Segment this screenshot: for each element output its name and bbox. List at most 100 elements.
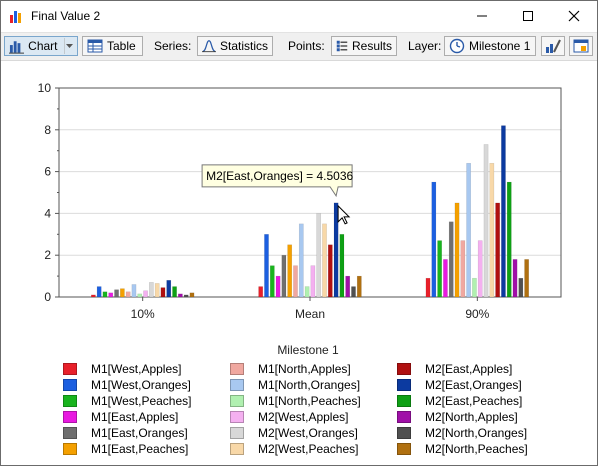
legend-item: M1[North,Peaches] <box>230 394 361 408</box>
bar <box>304 286 310 298</box>
y-tick-label: 2 <box>44 248 51 262</box>
legend-item: M2[West,Oranges] <box>230 426 358 440</box>
legend-label: M2[East,Apples] <box>425 362 513 376</box>
legend-swatch <box>230 427 244 439</box>
export-button[interactable] <box>569 36 593 56</box>
bar <box>269 265 275 298</box>
bar <box>143 290 148 298</box>
chevron-down-icon[interactable] <box>63 38 73 54</box>
bar <box>448 221 454 298</box>
chart-app-icon <box>10 11 21 23</box>
x-tick-label: 10% <box>131 307 155 321</box>
bar <box>102 291 108 298</box>
bar <box>275 275 281 298</box>
bar <box>91 294 96 298</box>
maximize-button[interactable] <box>505 1 551 31</box>
bar <box>518 277 524 298</box>
bar <box>454 202 460 298</box>
legend-item: M1[North,Oranges] <box>230 378 360 392</box>
series-label: Series: <box>154 39 192 53</box>
legend-label: M2[West,Oranges] <box>258 426 358 440</box>
bar <box>443 259 448 298</box>
legend-item: M2[East,Oranges] <box>397 378 522 392</box>
legend-label: M1[West,Peaches] <box>91 394 192 408</box>
window-export-icon <box>573 39 589 53</box>
legend-swatch <box>397 363 411 375</box>
minimize-button[interactable] <box>459 1 505 31</box>
y-tick-label: 4 <box>44 206 51 220</box>
legend-item: M1[West,Peaches] <box>63 394 192 408</box>
legend-label: M2[East,Peaches] <box>425 394 523 408</box>
bar <box>512 259 518 298</box>
y-tick-label: 8 <box>44 123 51 137</box>
legend-swatch <box>230 443 244 455</box>
legend-swatch <box>397 427 411 439</box>
bar <box>425 277 431 298</box>
points-select-button[interactable]: Results <box>331 36 397 56</box>
bar <box>137 293 143 298</box>
legend-swatch <box>63 411 77 423</box>
chart-edit-icon <box>546 39 561 53</box>
legend-label: M1[West,Oranges] <box>91 378 191 392</box>
bar <box>310 265 316 298</box>
bar <box>472 277 477 298</box>
points-label: Points: <box>288 39 325 53</box>
bar <box>131 284 137 298</box>
table-view-button[interactable]: Table <box>82 36 143 56</box>
bar <box>125 291 131 298</box>
y-tick-label: 6 <box>44 165 51 179</box>
legend-label: M1[North,Apples] <box>258 362 351 376</box>
bar <box>183 294 189 298</box>
close-button[interactable] <box>551 1 597 31</box>
distribution-curve-icon <box>202 40 216 53</box>
legend-swatch <box>63 379 77 391</box>
legend-swatch <box>230 363 244 375</box>
bar <box>114 289 119 298</box>
legend-item: M2[East,Apples] <box>397 362 512 376</box>
bar <box>293 265 298 298</box>
bar <box>356 275 362 298</box>
bar <box>178 293 183 298</box>
legend-swatch <box>397 443 411 455</box>
chart-view-button[interactable]: Chart <box>4 36 78 56</box>
bar <box>345 275 351 298</box>
toolbar: Chart Table Series: Statistics Points: R… <box>1 32 597 61</box>
bar <box>339 234 345 298</box>
bar <box>431 181 437 298</box>
bar <box>460 240 466 298</box>
bar <box>154 283 160 298</box>
bar <box>489 162 495 298</box>
table-icon <box>87 39 103 53</box>
bar <box>316 213 322 298</box>
legend-label: M1[North,Peaches] <box>258 394 361 408</box>
legend-label: M2[North,Apples] <box>425 410 518 424</box>
app-window: Final Value 2 Chart Table Series: Statis… <box>0 0 598 466</box>
bar <box>298 223 304 298</box>
legend-swatch <box>63 363 77 375</box>
bar-chart-icon <box>9 41 25 54</box>
legend-item: M2[West,Apples] <box>230 410 348 424</box>
bar <box>477 240 483 298</box>
results-list-icon <box>336 40 348 52</box>
legend-item: M1[West,Oranges] <box>63 378 191 392</box>
bar <box>506 181 512 298</box>
chart-settings-button[interactable] <box>541 36 565 56</box>
bar <box>524 259 529 298</box>
bar <box>96 286 102 298</box>
legend-label: M2[North,Peaches] <box>425 442 528 456</box>
legend-item: M1[East,Apples] <box>63 410 178 424</box>
mouse-cursor-icon <box>337 204 351 225</box>
bar <box>166 280 172 298</box>
bar <box>501 125 506 298</box>
legend-swatch <box>230 411 244 423</box>
layer-select-button[interactable]: Milestone 1 <box>444 36 536 56</box>
bar <box>264 234 269 298</box>
maximize-icon <box>523 11 533 21</box>
bar <box>483 144 489 298</box>
chart-button-label: Chart <box>28 39 58 53</box>
tooltip-text: M2[East,Oranges] = 4.5036 <box>206 169 353 183</box>
bar <box>333 202 339 298</box>
series-select-button[interactable]: Statistics <box>197 36 273 56</box>
legend-label: M2[North,Oranges] <box>425 426 528 440</box>
bar <box>466 162 471 298</box>
